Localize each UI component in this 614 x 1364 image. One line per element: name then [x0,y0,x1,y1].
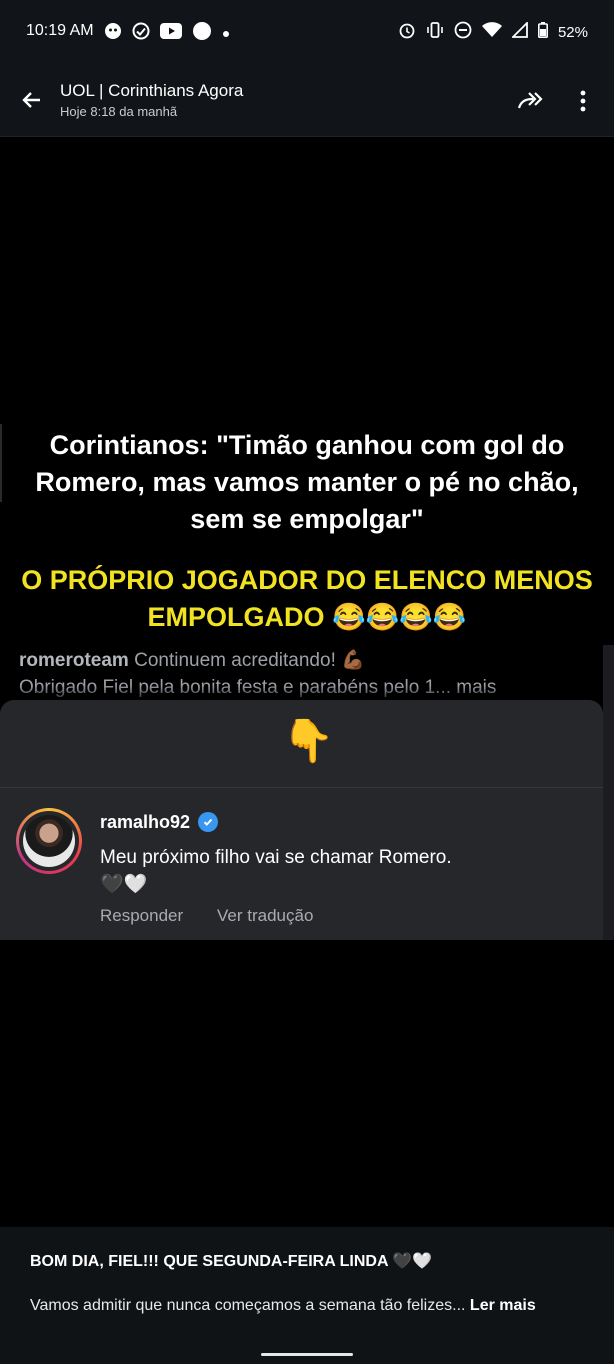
more-options-button[interactable] [566,84,600,118]
battery-icon [537,22,548,42]
comment-hearts: 🖤🤍 [100,874,148,895]
wifi-icon [481,22,502,42]
comment-text-line: Meu próximo filho vai se chamar Romero. [100,847,452,868]
comment-username[interactable]: ramalho92 [100,812,190,833]
read-more-link[interactable]: Ler mais [470,1297,536,1314]
vibrate-icon [426,21,444,43]
verified-badge-icon [198,812,218,832]
avatar-photo [23,815,75,867]
signal-icon [510,20,528,42]
embedded-caption-line1: Continuem acreditando! 💪🏾 [134,650,365,671]
share-arrow-icon [517,92,543,109]
battery-percent: 52% [557,23,588,41]
arrow-left-icon [22,92,40,108]
comment-card: 👇 ramalho92 Meu próximo filho vai se cha… [0,700,603,940]
comment-text: Meu próximo filho vai se chamar Romero. … [100,844,580,898]
check-circle-icon [132,22,150,45]
app-bar: UOL | Corinthians Agora Hoje 8:18 da man… [0,66,614,137]
post-headline: Corintianos: "Timão ganhou com gol do Ro… [35,430,579,534]
avatar[interactable] [16,808,82,874]
youtube-icon [160,23,182,44]
do-not-disturb-icon [454,21,472,43]
back-button[interactable] [14,82,50,118]
circle-icon [192,21,212,46]
see-translation-button[interactable]: Ver tradução [217,906,313,926]
image-edge-right [603,645,614,940]
story-timestamp: Hoje 8:18 da manhã [60,104,178,119]
post-highlight: O PRÓPRIO JOGADOR DO ELENCO MENOS EMPOLG… [21,565,593,632]
status-time: 10:19 AM [26,22,94,39]
caption-body: Vamos admitir que nunca começamos a sema… [30,1297,590,1315]
reply-button[interactable]: Responder [100,906,183,926]
dot-icon [222,25,230,43]
system-icons: 52% [398,20,588,43]
home-indicator[interactable] [261,1353,353,1356]
story-title: UOL | Corinthians Agora [60,81,244,100]
status-bar: 10:19 AM 52% [0,0,614,66]
pointing-down-emoji: 👇 [282,717,335,764]
caption-panel: BOM DIA, FIEL!!! QUE SEGUNDA-FEIRA LINDA… [0,1227,614,1364]
embedded-caption-user: romeroteam [19,650,129,671]
divider [0,787,603,788]
more-vertical-icon [580,90,586,112]
image-edge [0,424,2,502]
share-button[interactable] [514,84,548,118]
caption-body-text: Vamos admitir que nunca começamos a sema… [30,1297,466,1314]
notification-icons [104,21,230,46]
app-notification-icon [104,22,122,45]
story-media[interactable]: Corintianos: "Timão ganhou com gol do Ro… [0,137,614,1227]
caption-title: BOM DIA, FIEL!!! QUE SEGUNDA-FEIRA LINDA… [30,1253,433,1270]
alarm-icon [398,21,416,43]
